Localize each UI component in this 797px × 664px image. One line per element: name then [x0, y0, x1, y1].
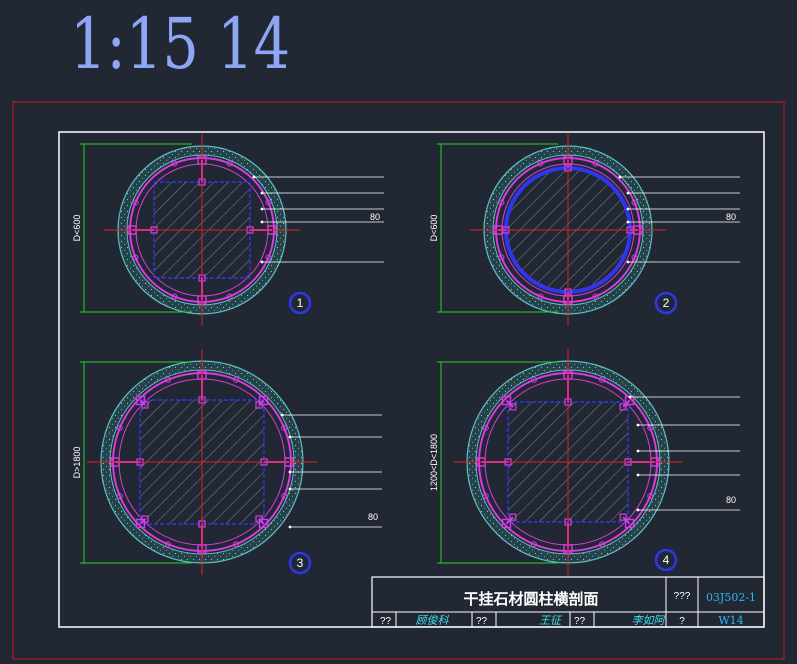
- detail-3: D>1800 80 3: [72, 349, 382, 575]
- dimension-label: D>1800: [72, 447, 82, 479]
- details-layer: D<600 80 1 D<600 80 2 D>1800 80 3 1200<D<1800 80 4: [72, 134, 740, 575]
- leader-dot: [628, 395, 632, 399]
- leader-dot: [288, 470, 292, 474]
- leader-dot: [636, 423, 640, 427]
- leader-dot: [260, 191, 264, 195]
- detail-number: 3: [297, 556, 304, 570]
- detail-number: 1: [297, 296, 304, 310]
- callout-label: 80: [726, 495, 736, 505]
- leader-dot: [626, 191, 630, 195]
- callout-label: 80: [726, 212, 736, 222]
- signature-3: 李如阿: [632, 614, 667, 627]
- sheet-border: [12, 101, 785, 660]
- atlas-code: 03J502-1: [706, 591, 756, 604]
- dimension-label: 1200<D<1800: [429, 434, 439, 491]
- row-label-1: ??: [380, 616, 392, 627]
- leader-dot: [636, 449, 640, 453]
- row-label-2: ??: [476, 616, 488, 627]
- signature-1: 顾俊科: [416, 614, 450, 627]
- leader-dot: [636, 508, 640, 512]
- leader-dot: [626, 207, 630, 211]
- leader-dot: [288, 487, 292, 491]
- detail-1: D<600 80 1: [72, 134, 384, 326]
- title-block: 干挂石材圆柱横剖面 ??? 03J502-1 ?? 顾俊科 ?? 王征 ?? 李…: [371, 576, 765, 628]
- leader-dot: [636, 473, 640, 477]
- callout-label: 80: [368, 512, 378, 522]
- detail-4: 1200<D<1800 80 4: [429, 349, 740, 575]
- leader-dot: [260, 220, 264, 224]
- row-label-4: ?: [679, 616, 685, 627]
- leader-dot: [252, 175, 256, 179]
- drawing-canvas: D<600 801D<600 802D>18008031200<D<1800804 …: [12, 101, 785, 660]
- leader-dot: [288, 525, 292, 529]
- detail-number: 4: [663, 553, 670, 567]
- detail-number: 2: [663, 296, 670, 310]
- row-label-3: ??: [574, 616, 586, 627]
- leader-dot: [626, 260, 630, 264]
- atlas-label: ???: [674, 591, 691, 602]
- leader-dot: [288, 435, 292, 439]
- dimension-label: D<600: [72, 215, 82, 242]
- detail-2: D<600 80 2: [429, 134, 740, 326]
- leader-dot: [280, 413, 284, 417]
- dimension-label: D<600: [429, 215, 439, 242]
- leader-dot: [618, 175, 622, 179]
- page-code: W14: [718, 614, 743, 627]
- leader-dot: [626, 220, 630, 224]
- leader-dot: [260, 260, 264, 264]
- callout-label: 80: [370, 212, 380, 222]
- signature-2: 王征: [539, 614, 563, 627]
- drawing-title: 干挂石材圆柱横剖面: [463, 590, 598, 608]
- leader-dot: [260, 207, 264, 211]
